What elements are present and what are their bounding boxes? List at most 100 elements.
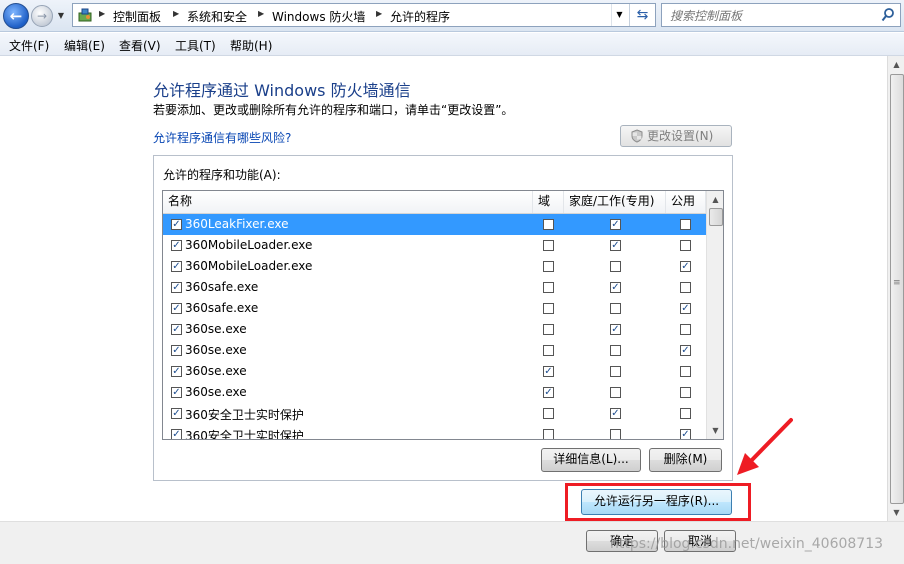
public-checkbox[interactable]: [680, 324, 691, 335]
home-work-checkbox[interactable]: ✓: [610, 408, 621, 419]
home-work-checkbox[interactable]: ✓: [610, 219, 621, 230]
address-bar[interactable]: ▶ 控制面板 ▶ 系统和安全 ▶ Windows 防火墙 ▶ 允许的程序 ▼ ⇆: [72, 3, 656, 27]
table-row[interactable]: ✓ 360se.exe ✓: [163, 319, 706, 340]
table-row[interactable]: ✓ 360LeakFixer.exe ✓: [163, 214, 706, 235]
program-enabled-checkbox[interactable]: ✓: [171, 324, 182, 335]
domain-checkbox[interactable]: [543, 219, 554, 230]
home-work-checkbox[interactable]: [610, 303, 621, 314]
allowed-programs-list[interactable]: 名称 域 家庭/工作(专用) 公用 ✓ 360LeakFixer.exe ✓ ✓ 360…: [162, 190, 724, 440]
home-work-checkbox[interactable]: ✓: [610, 282, 621, 293]
table-row[interactable]: ✓ 360MobileLoader.exe ✓: [163, 256, 706, 277]
breadcrumb-separator-icon: ▶: [173, 9, 180, 18]
breadcrumb-separator-icon: ▶: [258, 9, 265, 18]
menu-file[interactable]: 文件(F): [9, 37, 49, 54]
home-work-checkbox[interactable]: [610, 387, 621, 398]
menu-help[interactable]: 帮助(H): [230, 37, 272, 54]
program-enabled-checkbox[interactable]: ✓: [171, 303, 182, 314]
program-enabled-checkbox[interactable]: ✓: [171, 219, 182, 230]
search-box[interactable]: [661, 3, 901, 27]
table-row[interactable]: ✓ 360安全卫士实时保护 ✓: [163, 403, 706, 424]
program-enabled-checkbox[interactable]: ✓: [171, 261, 182, 272]
breadcrumb-windows-firewall[interactable]: Windows 防火墙: [272, 8, 365, 25]
refresh-button[interactable]: ⇆: [629, 4, 655, 26]
public-checkbox[interactable]: ✓: [680, 303, 691, 314]
domain-checkbox[interactable]: [543, 324, 554, 335]
menu-edit[interactable]: 编辑(E): [64, 37, 105, 54]
watermark-text: https://blog.csdn.net/weixin_40608713: [610, 536, 884, 552]
history-dropdown-button[interactable]: ▼: [55, 8, 67, 24]
grip-icon: ≡: [893, 278, 901, 288]
program-enabled-checkbox[interactable]: ✓: [171, 345, 182, 356]
table-row[interactable]: ✓ 360safe.exe ✓: [163, 298, 706, 319]
breadcrumb-allowed-programs[interactable]: 允许的程序: [390, 8, 450, 25]
home-work-checkbox[interactable]: [610, 345, 621, 356]
column-header-domain[interactable]: 域: [533, 191, 564, 213]
search-icon[interactable]: [881, 7, 895, 23]
domain-checkbox[interactable]: [543, 408, 554, 419]
public-checkbox[interactable]: ✓: [680, 429, 691, 439]
domain-checkbox[interactable]: ✓: [543, 387, 554, 398]
column-header-home-work[interactable]: 家庭/工作(专用): [564, 191, 666, 213]
risk-info-link[interactable]: 允许程序通信有哪些风险?: [153, 129, 291, 146]
chevron-down-icon: ▼: [893, 508, 900, 517]
page-scroll-up-button[interactable]: ▲: [888, 56, 904, 73]
menu-view[interactable]: 查看(V): [119, 37, 161, 54]
column-header-name[interactable]: 名称: [163, 191, 533, 213]
public-checkbox[interactable]: [680, 219, 691, 230]
back-button[interactable]: ←: [3, 3, 29, 29]
public-checkbox[interactable]: [680, 408, 691, 419]
table-row[interactable]: ✓ 360se.exe ✓: [163, 340, 706, 361]
breadcrumb-control-panel[interactable]: 控制面板: [113, 8, 161, 25]
details-button[interactable]: 详细信息(L)...: [541, 448, 641, 472]
program-enabled-checkbox[interactable]: ✓: [171, 429, 182, 439]
domain-checkbox[interactable]: [543, 303, 554, 314]
change-settings-button[interactable]: 更改设置(N): [620, 125, 732, 147]
public-checkbox[interactable]: [680, 240, 691, 251]
table-row[interactable]: ✓ 360se.exe ✓: [163, 382, 706, 403]
public-checkbox[interactable]: ✓: [680, 261, 691, 272]
column-header-public[interactable]: 公用: [666, 191, 706, 213]
program-name: 360se.exe: [185, 364, 247, 378]
table-row[interactable]: ✓ 360MobileLoader.exe ✓: [163, 235, 706, 256]
domain-checkbox[interactable]: [543, 429, 554, 439]
home-work-checkbox[interactable]: ✓: [610, 324, 621, 335]
domain-checkbox[interactable]: [543, 345, 554, 356]
list-scrollbar[interactable]: ▲ ▼: [706, 191, 723, 439]
search-input[interactable]: [668, 6, 872, 26]
home-work-checkbox[interactable]: [610, 261, 621, 272]
forward-button[interactable]: →: [31, 5, 53, 27]
home-work-checkbox[interactable]: [610, 366, 621, 377]
home-work-checkbox[interactable]: [610, 429, 621, 439]
menu-tools[interactable]: 工具(T): [175, 37, 216, 54]
home-work-checkbox[interactable]: ✓: [610, 240, 621, 251]
page-scrollbar-thumb[interactable]: ≡: [890, 74, 904, 504]
scroll-up-button[interactable]: ▲: [707, 191, 723, 208]
chevron-up-icon: ▲: [712, 195, 719, 204]
table-row[interactable]: ✓ 360safe.exe ✓: [163, 277, 706, 298]
domain-checkbox[interactable]: [543, 282, 554, 293]
public-checkbox[interactable]: [680, 282, 691, 293]
list-header: 名称 域 家庭/工作(专用) 公用: [163, 191, 706, 214]
domain-checkbox[interactable]: [543, 261, 554, 272]
program-enabled-checkbox[interactable]: ✓: [171, 282, 182, 293]
program-enabled-checkbox[interactable]: ✓: [171, 366, 182, 377]
page-scroll-down-button[interactable]: ▼: [888, 504, 904, 521]
public-checkbox[interactable]: [680, 387, 691, 398]
page-scrollbar[interactable]: ▲ ≡ ▼: [887, 56, 904, 521]
program-name: 360safe.exe: [185, 280, 259, 294]
domain-checkbox[interactable]: [543, 240, 554, 251]
chevron-up-icon: ▲: [893, 60, 900, 69]
address-dropdown-button[interactable]: ▼: [611, 4, 627, 26]
table-row[interactable]: ✓ 360安全卫士实时保护 ✓: [163, 424, 706, 439]
program-enabled-checkbox[interactable]: ✓: [171, 408, 182, 419]
public-checkbox[interactable]: [680, 366, 691, 377]
scroll-down-button[interactable]: ▼: [707, 422, 723, 439]
breadcrumb-system-security[interactable]: 系统和安全: [187, 8, 247, 25]
table-row[interactable]: ✓ 360se.exe ✓: [163, 361, 706, 382]
public-checkbox[interactable]: ✓: [680, 345, 691, 356]
program-enabled-checkbox[interactable]: ✓: [171, 240, 182, 251]
delete-button[interactable]: 删除(M): [649, 448, 722, 472]
program-enabled-checkbox[interactable]: ✓: [171, 387, 182, 398]
scrollbar-thumb[interactable]: [709, 208, 723, 226]
domain-checkbox[interactable]: ✓: [543, 366, 554, 377]
